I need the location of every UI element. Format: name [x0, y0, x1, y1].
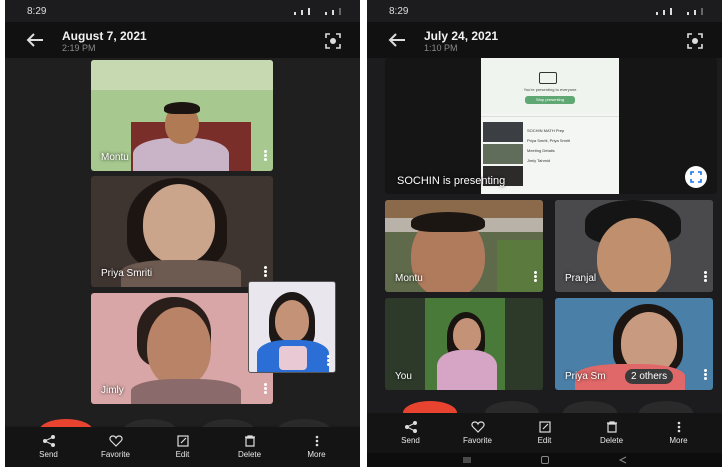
tile-menu-icon[interactable]	[534, 271, 537, 282]
participant-tile-pranjal: Pranjal	[555, 200, 713, 292]
share-icon	[404, 421, 417, 433]
shared-text: You're presenting to everyone	[523, 87, 577, 92]
action-label: Delete	[237, 450, 262, 459]
delete-button[interactable]: Delete	[225, 435, 275, 459]
more-button[interactable]: More	[292, 435, 342, 459]
participant-name: Jimly	[101, 385, 124, 396]
home-icon[interactable]	[540, 456, 550, 464]
right-screenshot: 8:29 July 24, 2021 1:10 PM You're presen…	[367, 0, 722, 467]
presentation-tile: You're presenting to everyone Stop prese…	[385, 58, 717, 194]
back-arrow-icon[interactable]	[387, 32, 407, 48]
favorite-button[interactable]: Favorite	[91, 435, 141, 459]
presenting-label: SOCHIN is presenting	[397, 175, 506, 187]
action-label: Edit	[175, 450, 190, 459]
present-screen-icon	[539, 72, 557, 84]
participant-name: Montu	[395, 273, 423, 284]
left-screenshot: 8:29 August 7, 2021 2:19 PM Montu Priya …	[5, 0, 360, 467]
action-label: Delete	[599, 436, 624, 445]
edit-button[interactable]: Edit	[158, 435, 208, 459]
photo-header: July 24, 2021 1:10 PM	[367, 22, 722, 58]
photo-header: August 7, 2021 2:19 PM	[5, 22, 360, 58]
more-icon	[315, 435, 318, 447]
participant-tile-jimly: Jimly	[91, 293, 273, 404]
google-lens-icon[interactable]	[324, 32, 342, 50]
tile-menu-icon[interactable]	[327, 355, 330, 366]
fullscreen-button[interactable]	[685, 166, 707, 188]
tile-menu-icon[interactable]	[264, 150, 267, 161]
stop-presenting-button: Stop presenting	[525, 96, 575, 104]
participant-tile-priya: Priya Sm 2 others	[555, 298, 713, 390]
participant-name: Priya Sm	[565, 371, 606, 382]
signal-icon	[294, 7, 342, 15]
status-bar: 8:29	[5, 0, 360, 22]
participant-name: You	[395, 371, 412, 382]
photo-action-bar: Send Favorite Edit Delete More	[367, 413, 722, 453]
trash-icon	[606, 421, 617, 433]
edit-icon	[176, 435, 189, 447]
edit-icon	[538, 421, 551, 433]
tile-menu-icon[interactable]	[264, 266, 267, 277]
status-bar: 8:29	[367, 0, 722, 22]
more-icon	[677, 421, 680, 433]
action-label: More	[307, 450, 326, 459]
back-arrow-icon[interactable]	[25, 32, 45, 48]
status-time: 8:29	[27, 5, 47, 17]
signal-icon	[656, 7, 704, 15]
delete-button[interactable]: Delete	[587, 421, 637, 445]
shared-rows: SOCHIN MATH Prep Priya Smriti, Priya Smr…	[527, 128, 571, 163]
android-nav-bar	[367, 453, 722, 467]
photo-action-bar: Send Favorite Edit Delete More	[5, 427, 360, 467]
google-lens-icon[interactable]	[686, 32, 704, 50]
tile-menu-icon[interactable]	[704, 369, 707, 380]
action-label: Favorite	[463, 436, 492, 445]
participant-name: Priya Smriti	[101, 268, 153, 279]
edit-button[interactable]: Edit	[520, 421, 570, 445]
send-button[interactable]: Send	[386, 421, 436, 445]
photo-date: July 24, 2021	[424, 29, 499, 43]
tile-menu-icon[interactable]	[264, 383, 267, 394]
recents-icon[interactable]	[461, 456, 473, 464]
fullscreen-icon	[690, 171, 702, 183]
more-button[interactable]: More	[654, 421, 704, 445]
participant-tile-montu: Montu	[385, 200, 543, 292]
action-label: More	[669, 436, 688, 445]
share-icon	[42, 435, 55, 447]
favorite-button[interactable]: Favorite	[453, 421, 503, 445]
send-button[interactable]: Send	[24, 435, 74, 459]
shared-screen: You're presenting to everyone Stop prese…	[481, 58, 619, 194]
tile-menu-icon[interactable]	[704, 271, 707, 282]
photo-time: 1:10 PM	[424, 43, 458, 53]
participant-name: Pranjal	[565, 273, 597, 284]
action-label: Send	[401, 436, 420, 445]
participant-name: Montu	[101, 152, 129, 163]
photo-date: August 7, 2021	[62, 29, 147, 43]
action-label: Send	[39, 450, 58, 459]
back-icon[interactable]	[618, 456, 628, 464]
participant-tile-priya: Priya Smriti	[91, 176, 273, 287]
action-label: Favorite	[101, 450, 130, 459]
heart-icon	[470, 421, 485, 433]
participant-tile-you: You	[385, 298, 543, 390]
heart-icon	[108, 435, 123, 447]
participant-tile-montu: Montu	[91, 60, 273, 171]
trash-icon	[244, 435, 255, 447]
action-label: Edit	[537, 436, 552, 445]
self-view-tile	[248, 281, 336, 373]
others-badge[interactable]: 2 others	[625, 369, 674, 384]
status-time: 8:29	[389, 5, 409, 17]
photo-time: 2:19 PM	[62, 43, 96, 53]
